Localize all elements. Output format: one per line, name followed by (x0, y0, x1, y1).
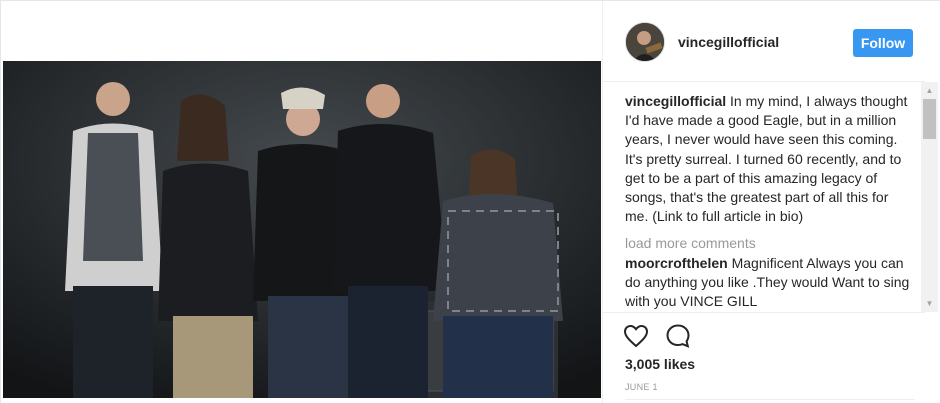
instagram-post: vincegillofficial Follow vincegilloffici… (0, 0, 940, 403)
caption-text: In my mind, I always thought I'd have ma… (625, 93, 908, 225)
caption: vincegillofficial In my mind, I always t… (625, 92, 913, 226)
post-sidebar: vincegillofficial Follow vincegilloffici… (602, 1, 940, 403)
triangle-up-icon[interactable]: ▲ (921, 82, 938, 99)
avatar[interactable] (625, 22, 665, 62)
load-more-comments-link[interactable]: load more comments (625, 234, 913, 253)
comments-section: vincegillofficial In my mind, I always t… (625, 92, 913, 312)
speech-bubble-icon[interactable] (665, 323, 691, 349)
triangle-down-icon[interactable]: ▼ (921, 295, 938, 312)
avatar-image (626, 23, 664, 61)
comment-item: moorcrofthelen Magnificent Always you ca… (625, 254, 913, 312)
heart-icon[interactable] (623, 323, 649, 349)
comment-username[interactable]: moorcrofthelen (625, 255, 728, 271)
scrollbar-thumb[interactable] (923, 99, 936, 139)
likes-count[interactable]: 3,005 likes (625, 356, 695, 372)
post-photo[interactable] (3, 61, 601, 398)
caption-username[interactable]: vincegillofficial (625, 93, 726, 109)
post-username[interactable]: vincegillofficial (678, 34, 779, 50)
post-date[interactable]: JUNE 1 (625, 382, 658, 392)
divider (625, 399, 915, 400)
follow-button[interactable]: Follow (853, 29, 913, 57)
comments-scrollbar[interactable]: ▲ ▼ (921, 82, 938, 312)
post-actions: 3,005 likes JUNE 1 (603, 312, 925, 403)
band-photo-image (3, 61, 601, 398)
post-header: vincegillofficial Follow (603, 1, 925, 82)
